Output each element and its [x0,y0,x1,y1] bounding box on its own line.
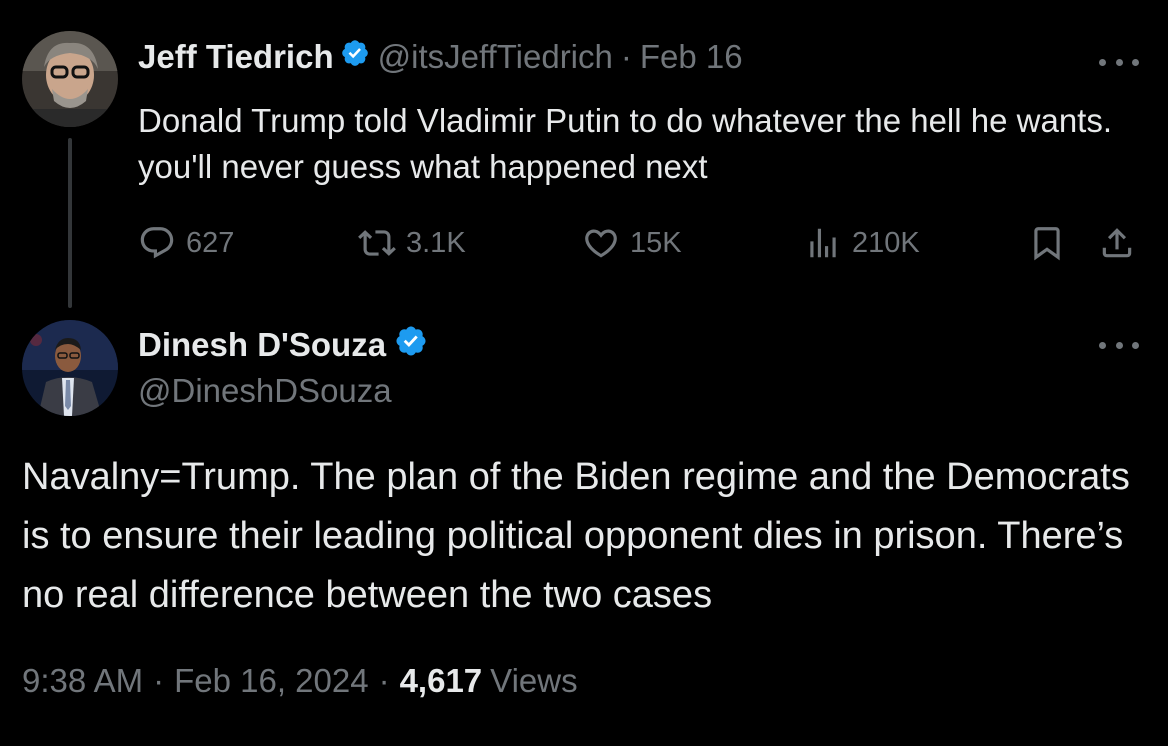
like-count: 15K [630,226,682,259]
tweet1-text: Donald Trump told Vladimir Putin to do w… [138,102,1113,185]
reply-button[interactable]: 627 [138,220,234,266]
verified-badge-icon[interactable] [340,38,370,76]
tweet1-action-bar: 627 3.1K 15K 210K [138,220,1138,266]
tweet2-handle[interactable]: @DineshDSouza [138,372,392,410]
views-count: 210K [852,226,920,259]
retweet-button[interactable]: 3.1K [358,220,466,266]
tweet1-handle[interactable]: @itsJeffTiedrich [378,38,613,76]
tweet2-date[interactable]: Feb 16, 2024 [174,662,369,700]
separator-dot: · [620,38,632,75]
tweet1-author-name[interactable]: Jeff Tiedrich [138,38,334,76]
more-icon[interactable] [1099,338,1139,352]
more-icon[interactable] [1099,55,1139,69]
views-icon [810,228,836,258]
tweet1-date[interactable]: Feb 16 [640,38,743,76]
avatar-jeff-tiedrich[interactable] [22,31,118,127]
tweet2-author-name[interactable]: Dinesh D'Souza [138,326,386,364]
separator-dot: · [153,662,165,699]
thread-connector-line [68,138,72,308]
share-icon [1102,228,1132,258]
reply-count: 627 [186,226,235,259]
verified-badge-icon[interactable] [394,324,428,366]
views-button[interactable]: 210K [804,220,920,266]
retweet-icon [358,230,396,256]
like-button[interactable]: 15K [582,220,682,266]
tweet2-author-row: Dinesh D'Souza [138,323,428,367]
bookmark-button[interactable] [1028,220,1076,266]
reply-icon [140,227,174,259]
tweet2-time[interactable]: 9:38 AM [22,662,143,700]
tweet2-meta: 9:38 AM · Feb 16, 2024 · 4,617 Views [22,662,578,700]
avatar-dinesh-dsouza[interactable] [22,320,118,416]
tweet2-views-label: Views [490,662,578,699]
bookmark-icon [1034,227,1060,261]
share-button[interactable] [1098,220,1146,266]
tweet2-views-count[interactable]: 4,617 [400,662,483,700]
retweet-count: 3.1K [406,226,466,259]
separator-dot: · [378,662,390,699]
tweet2-text: Navalny=Trump. The plan of the Biden reg… [22,456,1130,616]
tweet1-header: Jeff Tiedrich @itsJeffTiedrich · Feb 16 [138,36,743,78]
like-icon [585,229,617,258]
